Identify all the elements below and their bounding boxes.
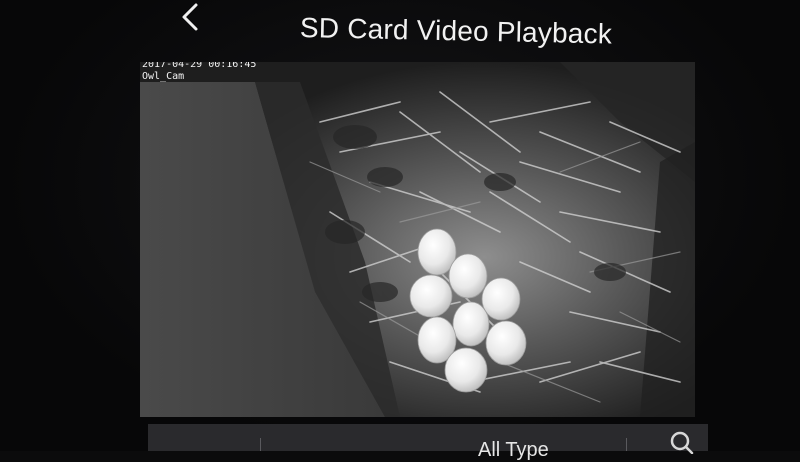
video-frame (140, 62, 695, 417)
video-player[interactable]: 2017-04-29 00:16:45 Owl_Cam (140, 62, 695, 417)
video-osd: 2017-04-29 00:16:45 Owl_Cam (142, 62, 256, 83)
egg (452, 301, 490, 347)
back-button[interactable] (170, 0, 210, 34)
egg (444, 347, 488, 393)
osd-timestamp: 2017-04-29 00:16:45 (142, 62, 257, 70)
egg (485, 320, 527, 366)
search-button[interactable] (668, 430, 696, 455)
chevron-left-icon (182, 3, 198, 31)
page-title: SD Card Video Playback (299, 12, 613, 50)
divider (260, 438, 261, 451)
egg (409, 274, 453, 318)
egg (448, 253, 488, 299)
search-icon (670, 431, 694, 455)
egg (481, 277, 521, 321)
divider (626, 438, 627, 451)
osd-camera-name: Owl_Cam (142, 71, 185, 82)
app-header: SD Card Video Playback (140, 0, 700, 62)
filter-bar: All Type (148, 424, 708, 461)
